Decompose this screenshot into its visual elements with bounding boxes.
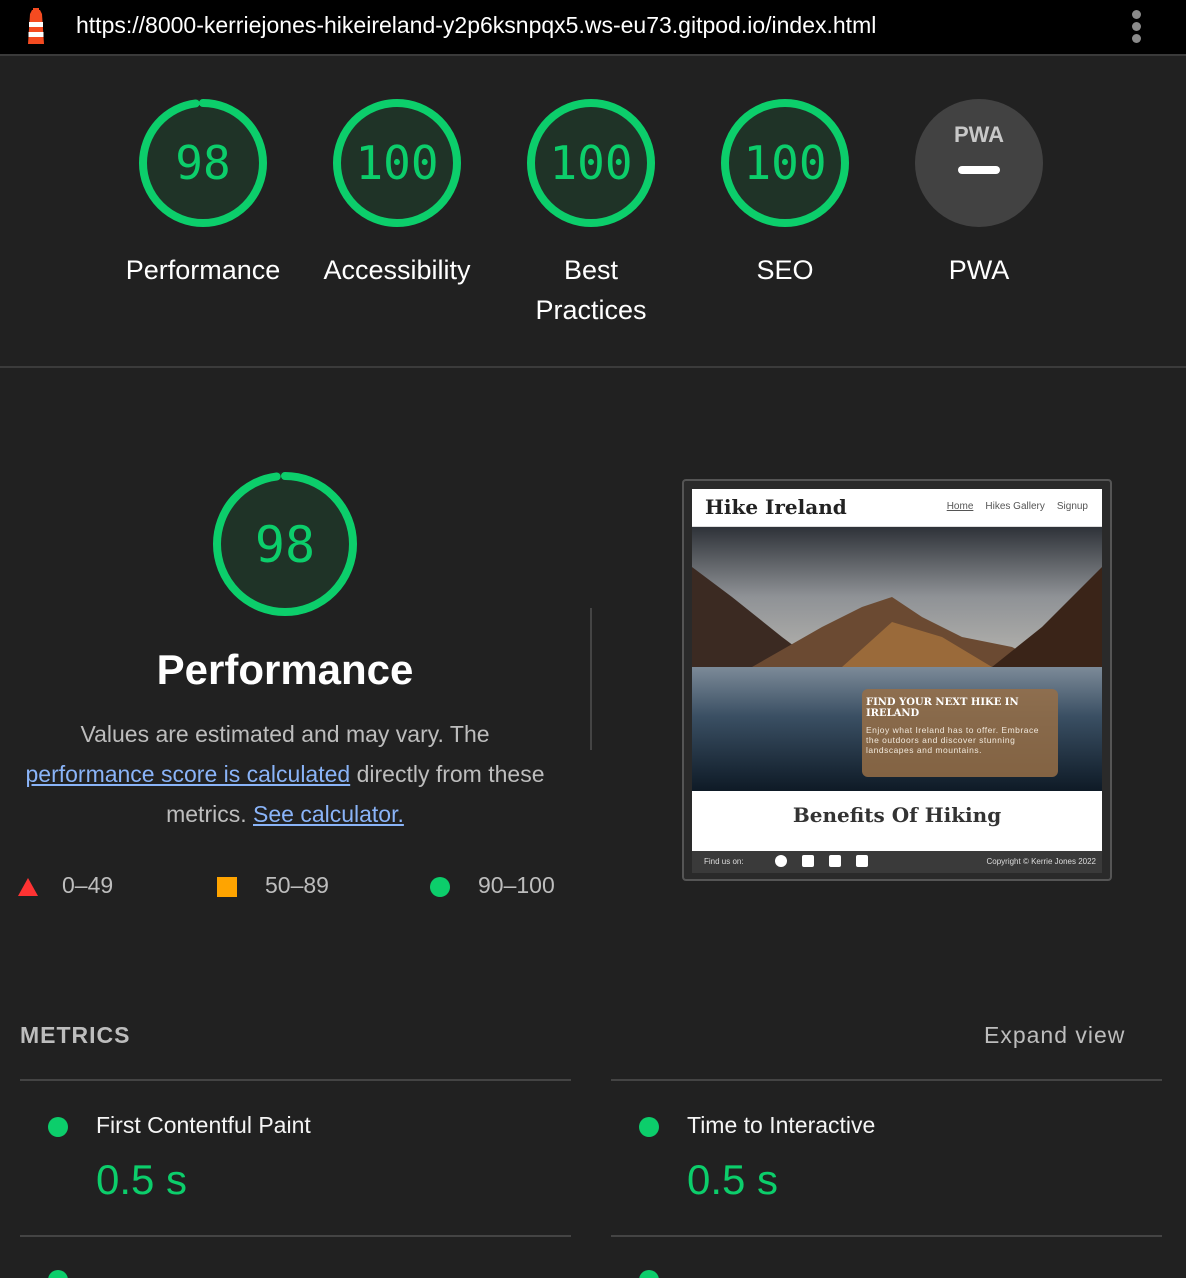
site-navbar: Hike Ireland Home Hikes Gallery Signup [692,489,1102,527]
accessibility-gauge-icon: 100 [333,99,461,227]
performance-title: Performance [156,646,414,693]
gauge-seo[interactable]: 100 SEO [690,98,880,348]
legend-range: 90–100 [478,872,555,898]
gauge-value: 100 [743,136,826,190]
footer-find-text: Find us on: [704,857,744,866]
page-url[interactable]: https://8000-kerriejones-hikeireland-y2p… [76,12,876,39]
site-nav-item: Home [946,501,974,512]
circle-pass-icon [639,1117,659,1137]
legend-average: 50–89 [217,870,329,900]
gauge-performance[interactable]: 98 Performance [108,98,298,348]
gauge-best-practices[interactable]: 100 Best Practices [496,98,686,348]
gauge-value: 100 [355,136,438,190]
hero-card: FIND YOUR NEXT HIKE IN IRELAND Enjoy wha… [862,689,1058,777]
triangle-fail-icon [18,877,38,896]
score-calculated-link[interactable]: performance score is calculated [25,761,350,787]
site-nav-links: Home Hikes Gallery Signup [935,501,1088,512]
instagram-icon [856,855,868,867]
circle-pass-icon [639,1270,659,1278]
performance-description: Values are estimated and may vary. The p… [20,714,550,834]
gauge-label: Best Practices [535,255,647,325]
hero-image: FIND YOUR NEXT HIKE IN IRELAND Enjoy wha… [692,527,1102,791]
twitter-icon [802,855,814,867]
gauge-label: SEO [756,255,814,285]
circle-pass-icon [430,876,450,897]
metric-value: 0.5 s [687,1156,779,1203]
circle-pass-icon [48,1270,68,1278]
hero-heading: FIND YOUR NEXT HIKE IN IRELAND [866,697,1019,719]
performance-gauge-icon: 98 [139,99,267,227]
facebook-icon [775,855,787,867]
metric-divider [611,1235,1162,1237]
url-bar: https://8000-kerriejones-hikeireland-y2p… [0,0,1186,56]
metric-divider [611,1079,1162,1081]
square-average-icon [217,876,237,897]
divider [590,608,592,750]
pwa-badge-icon: PWA [915,99,1043,227]
site-nav-item: Signup [1056,501,1088,512]
gauge-accessibility[interactable]: 100 Accessibility [302,98,492,348]
gauge-label: PWA [948,255,1010,285]
circle-pass-icon [48,1117,68,1137]
lighthouse-icon [28,8,44,44]
best-practices-gauge-icon: 100 [527,99,655,227]
performance-score-gauge: 98 [213,472,357,616]
benefits-section: Benefits Of Hiking [692,791,1102,851]
site-nav-item: Hikes Gallery [985,501,1045,512]
screenshot-page: Hike Ireland Home Hikes Gallery Signup F… [692,489,1102,873]
score-summary: 98 Performance 100 Accessibility 100 Bes… [0,58,1186,368]
hero-text: Enjoy what Ireland has to offer. Embrace… [866,725,1039,755]
score-legend: 0–49 50–89 90–100 [0,870,570,904]
kebab-menu-icon[interactable] [1126,8,1146,46]
desc-text: Values are estimated and may vary. The [80,721,490,747]
legend-range: 0–49 [62,872,114,898]
performance-section: 98 Performance Values are estimated and … [0,470,1186,950]
site-title: Hike Ireland [705,495,847,519]
performance-score-value: 98 [255,516,315,574]
metrics-heading: METRICS [20,1022,131,1048]
gauge-value: 98 [175,136,230,190]
legend-pass: 90–100 [430,870,555,900]
gauge-label: Performance [125,255,281,285]
metric-value: 0.5 s [96,1156,188,1203]
seo-gauge-icon: 100 [721,99,849,227]
pwa-badge-text: PWA [954,122,1004,147]
youtube-icon [829,855,841,867]
gauge-pwa[interactable]: PWA PWA [884,98,1074,348]
legend-range: 50–89 [265,872,329,898]
expand-view-toggle[interactable]: Expand view [984,1022,1125,1049]
social-icons [760,855,868,869]
footer-copyright: Copyright © Kerrie Jones 2022 [986,857,1096,866]
metric-title: Time to Interactive [687,1112,876,1138]
benefits-heading: Benefits Of Hiking [792,803,1002,827]
see-calculator-link[interactable]: See calculator. [253,801,404,827]
legend-fail: 0–49 [18,870,113,900]
metric-divider [20,1235,571,1237]
final-screenshot[interactable]: Hike Ireland Home Hikes Gallery Signup F… [682,479,1112,881]
site-footer: Find us on: Copyright © Kerrie Jones 202… [692,851,1102,873]
gauge-value: 100 [549,136,632,190]
metric-divider [20,1079,571,1081]
metric-title: First Contentful Paint [96,1112,311,1138]
gauge-label: Accessibility [323,255,471,285]
